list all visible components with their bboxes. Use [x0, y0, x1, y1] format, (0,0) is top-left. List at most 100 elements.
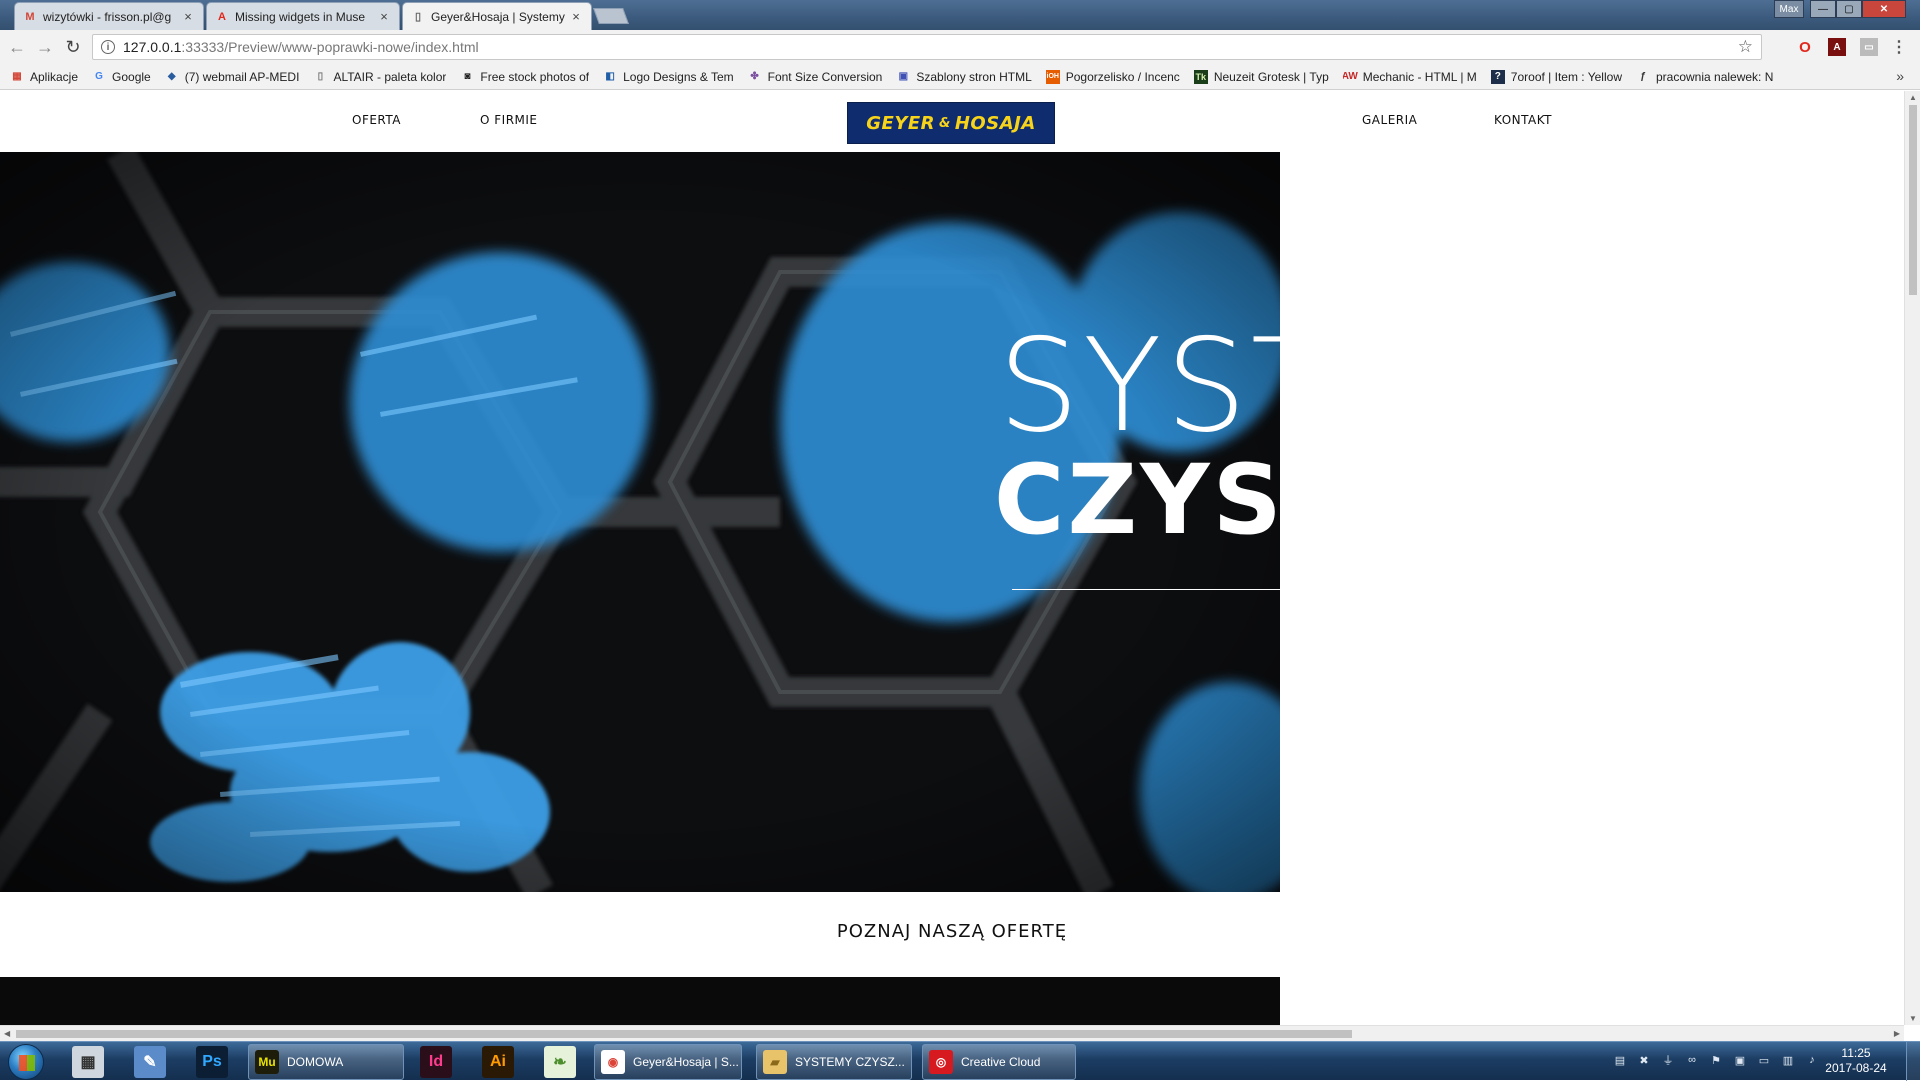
close-icon[interactable]: × [377, 9, 391, 24]
tray-antivirus-icon[interactable]: ✖ [1636, 1052, 1652, 1068]
task-muse-domowa[interactable]: Mu DOMOWA [248, 1044, 404, 1080]
tray-network-icon[interactable]: ▤ [1612, 1052, 1628, 1068]
bookmark-label: Font Size Conversion [767, 69, 883, 84]
nav-galeria[interactable]: GALERIA [1362, 113, 1417, 127]
tray-usb-icon[interactable]: ⏚ [1660, 1052, 1676, 1068]
gmail-icon: M [25, 10, 35, 23]
paint-icon[interactable]: ✎ [134, 1046, 166, 1078]
offer-section-heading: POZNAJ NASZĄ OFERTĘ [0, 921, 1904, 942]
bookmark-label: Free stock photos of [480, 69, 590, 84]
tray-flag-icon[interactable]: ⚑ [1708, 1052, 1724, 1068]
window-controls: Max — ▢ ✕ [1774, 0, 1906, 18]
hero-title-line2: CZYSZ [994, 444, 1280, 556]
bookmark-label: pracownia nalewek: N [1655, 69, 1774, 84]
tray-volume-icon[interactable]: ♪ [1804, 1052, 1820, 1068]
forward-button[interactable]: → [34, 36, 56, 58]
tray-display-icon[interactable]: ▭ [1756, 1052, 1772, 1068]
menu-icon[interactable]: ⋮ [1890, 38, 1908, 56]
hero-banner: SYST CZYSZ [0, 152, 1280, 892]
task-creative-cloud[interactable]: ◎ Creative Cloud [922, 1044, 1076, 1080]
close-icon[interactable]: × [569, 9, 583, 24]
system-clock[interactable]: 11:25 2017-08-24 [1822, 1046, 1890, 1076]
close-icon[interactable]: × [181, 9, 195, 24]
bookmark-item[interactable]: Tk Neuzeit Grotesk | Typ [1193, 69, 1329, 84]
scroll-right-icon[interactable]: ▶ [1894, 1029, 1900, 1038]
hero-divider [1012, 589, 1280, 590]
bookmark-item[interactable]: ƒ pracownia nalewek: N [1636, 70, 1773, 84]
maximize-button[interactable]: ▢ [1836, 0, 1862, 18]
new-tab-button[interactable] [593, 8, 629, 24]
muse-icon: Mu [255, 1050, 279, 1074]
bookmark-item[interactable]: ◧ Logo Designs & Tem [603, 69, 734, 84]
bookmark-label: 7oroof | Item : Yellow [1510, 69, 1622, 84]
calculator-icon[interactable]: ▦ [72, 1046, 104, 1078]
webmail-icon: ◆ [167, 71, 176, 82]
tab-muse-forum[interactable]: A Missing widgets in Muse × [206, 2, 400, 30]
indesign-icon[interactable]: Id [420, 1046, 452, 1078]
creative-cloud-icon: ◎ [929, 1050, 953, 1074]
bookmark-label: Logo Designs & Tem [623, 69, 734, 84]
vertical-scrollbar[interactable]: ▲ ▼ [1904, 91, 1920, 1025]
site-logo[interactable]: GEYER & HOSAJA [847, 102, 1055, 144]
bookmarks-bar: ▦ Aplikacje G Google ◆ (7) webmail AP-MEDI ▯ AL… [0, 64, 1920, 90]
show-desktop-button[interactable] [1906, 1042, 1920, 1081]
scroll-left-icon[interactable]: ◀ [4, 1029, 10, 1038]
bookmark-item[interactable]: ? 7oroof | Item : Yellow [1490, 69, 1622, 84]
nav-oferta[interactable]: OFERTA [352, 113, 401, 127]
clock-time: 11:25 [1841, 1046, 1871, 1060]
task-label: SYSTEMY CZYSZ... [795, 1055, 905, 1069]
bookmark-item[interactable]: ✤ Font Size Conversion [748, 69, 883, 84]
bookmark-item[interactable]: ◆ (7) webmail AP-MEDI [165, 70, 300, 84]
browser-title-bar: M wizytówki - frisson.pl@g × A Missing w… [0, 0, 1920, 30]
camera-icon: ◙ [464, 71, 471, 82]
url-host: 127.0.0.1 [123, 39, 182, 55]
nav-o-firmie[interactable]: O FIRMIE [480, 113, 538, 127]
minimize-button[interactable]: — [1810, 0, 1836, 18]
extension-icon[interactable]: ▭ [1860, 38, 1878, 56]
reload-button[interactable]: ↻ [62, 36, 84, 58]
illustrator-icon[interactable]: Ai [482, 1046, 514, 1078]
bookmark-star-icon[interactable]: ☆ [1738, 37, 1753, 57]
bookmark-label: ALTAIR - paleta kolor [333, 69, 447, 84]
bookmarks-overflow-icon[interactable]: » [1896, 68, 1904, 84]
bookmark-item[interactable]: iOH Pogorzelisko / Incenc [1045, 69, 1180, 84]
vertical-scroll-thumb[interactable] [1909, 105, 1917, 295]
close-window-button[interactable]: ✕ [1862, 0, 1906, 18]
horizontal-scrollbar[interactable]: ◀ ▶ [0, 1025, 1904, 1041]
clock-date: 2017-08-24 [1825, 1061, 1887, 1075]
apps-grid-icon: ▦ [12, 71, 22, 82]
bookmark-label: Mechanic - HTML | M [1362, 69, 1477, 84]
bookmark-item[interactable]: ▯ ALTAIR - paleta kolor [313, 69, 447, 84]
template-icon: ▣ [898, 71, 909, 82]
logo-ampersand: & [939, 115, 951, 131]
bookmark-item[interactable]: AW Mechanic - HTML | M [1343, 70, 1477, 84]
start-button[interactable] [8, 1044, 44, 1080]
page-icon: ▯ [414, 11, 422, 23]
scroll-up-icon[interactable]: ▲ [1909, 93, 1917, 102]
profile-button[interactable]: Max [1774, 0, 1804, 18]
task-folder-systemy[interactable]: ▰ SYSTEMY CZYSZ... [756, 1044, 912, 1080]
pdf-icon[interactable]: A [1828, 38, 1846, 56]
info-icon[interactable]: i [101, 40, 115, 54]
horizontal-scroll-thumb[interactable] [16, 1030, 1352, 1038]
address-bar[interactable]: i 127.0.0.1 :33333/Preview/www-poprawki-… [92, 34, 1762, 60]
tray-sync-icon[interactable]: ∞ [1684, 1052, 1700, 1068]
windows-logo-icon [19, 1055, 35, 1071]
back-button[interactable]: ← [6, 36, 28, 58]
bookmark-item[interactable]: ▣ Szablony stron HTML [896, 70, 1032, 84]
nav-kontakt[interactable]: KONTAKT [1494, 113, 1552, 127]
tray-gpu-icon[interactable]: ▣ [1732, 1052, 1748, 1068]
tray-monitor-icon[interactable]: ▥ [1780, 1052, 1796, 1068]
opera-icon[interactable]: O [1796, 38, 1814, 56]
browser-toolbar: ← → ↻ i 127.0.0.1 :33333/Preview/www-pop… [0, 30, 1920, 64]
tab-gmail[interactable]: M wizytówki - frisson.pl@g × [14, 2, 204, 30]
bookmark-item[interactable]: G Google [92, 70, 151, 84]
photoshop-icon[interactable]: Ps [196, 1046, 228, 1078]
app-leaf-icon[interactable]: ❧ [544, 1046, 576, 1078]
tab-title: Geyer&Hosaja | Systemy [431, 9, 565, 24]
task-chrome-geyer-hosaja[interactable]: ◉ Geyer&Hosaja | S... [594, 1044, 742, 1080]
scroll-down-icon[interactable]: ▼ [1909, 1014, 1917, 1023]
tab-geyer-hosaja[interactable]: ▯ Geyer&Hosaja | Systemy × [402, 2, 592, 30]
bookmark-item[interactable]: ▦ Aplikacje [10, 70, 78, 84]
bookmark-item[interactable]: ◙ Free stock photos of [460, 70, 589, 84]
